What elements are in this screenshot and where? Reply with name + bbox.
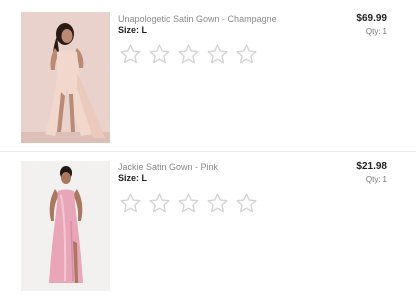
star-icon[interactable] — [119, 43, 142, 66]
product-name[interactable]: Jackie Satin Gown - Pink — [118, 162, 218, 172]
star-icon[interactable] — [177, 43, 200, 66]
star-icon[interactable] — [206, 192, 229, 215]
qty-label: Qty: — [365, 175, 381, 184]
product-size: Size: L — [118, 25, 147, 35]
product-quantity: Qty: 1 — [366, 27, 387, 36]
model-photo-champagne-gown — [21, 12, 110, 143]
product-price: $21.98 — [356, 161, 387, 172]
size-label: Size: — [118, 173, 140, 183]
product-image[interactable] — [21, 161, 110, 291]
size-value: L — [141, 173, 148, 183]
qty-label: Qty: — [365, 27, 381, 36]
order-item: Jackie Satin Gown - Pink Size: L $21.98 … — [0, 152, 416, 299]
star-icon[interactable] — [206, 43, 229, 66]
qty-value: 1 — [382, 175, 387, 184]
product-size: Size: L — [118, 173, 147, 183]
star-rating — [119, 43, 258, 66]
product-price: $69.99 — [356, 13, 387, 24]
star-icon[interactable] — [148, 43, 171, 66]
star-icon[interactable] — [235, 43, 258, 66]
star-icon[interactable] — [148, 192, 171, 215]
qty-value: 1 — [382, 27, 387, 36]
size-label: Size: — [118, 25, 140, 35]
star-icon[interactable] — [177, 192, 200, 215]
product-image[interactable] — [21, 12, 110, 143]
star-rating — [119, 192, 258, 215]
product-quantity: Qty: 1 — [366, 175, 387, 184]
size-value: L — [141, 25, 148, 35]
model-photo-pink-gown — [21, 161, 110, 291]
order-item: Unapologetic Satin Gown - Champagne Size… — [0, 0, 416, 152]
product-name[interactable]: Unapologetic Satin Gown - Champagne — [118, 14, 277, 24]
star-icon[interactable] — [119, 192, 142, 215]
star-icon[interactable] — [235, 192, 258, 215]
